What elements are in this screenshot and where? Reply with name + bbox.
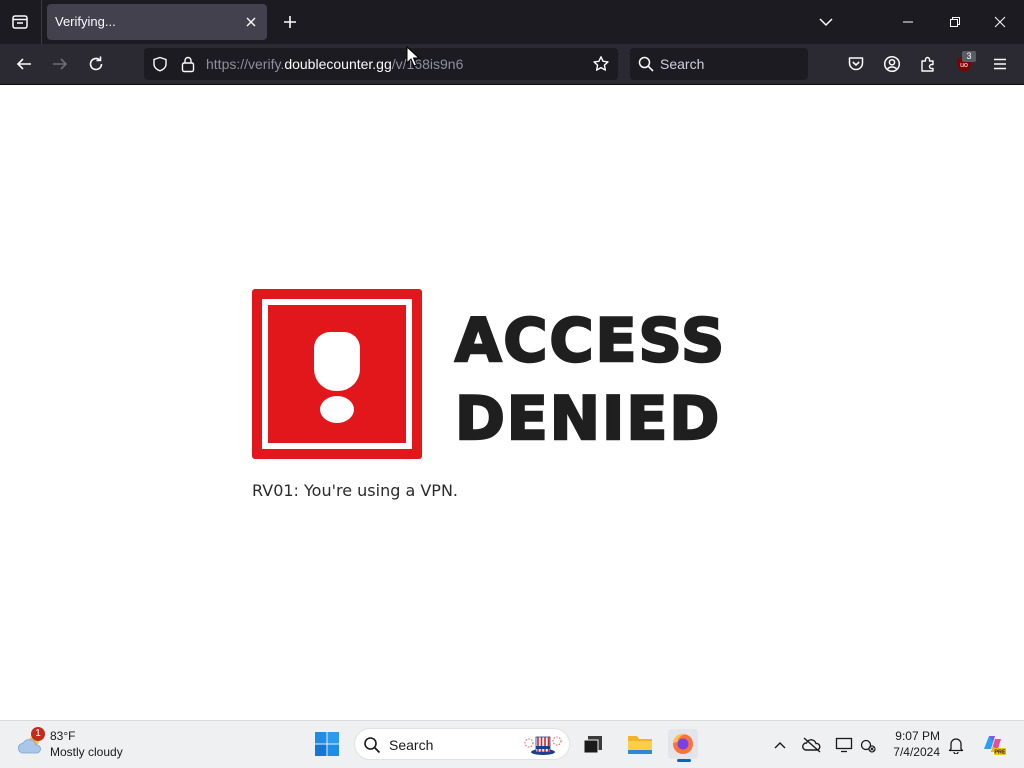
pocket-button[interactable] <box>846 54 866 74</box>
warning-graphic <box>252 289 422 459</box>
folder-icon <box>628 736 652 754</box>
headline-denied: DENIED <box>454 384 722 454</box>
network-disconnected-icon <box>860 739 876 753</box>
svg-text:uo: uo <box>960 62 968 69</box>
tab-separator <box>41 0 42 44</box>
search-icon <box>363 736 381 754</box>
exclamation-icon-dot <box>320 396 354 423</box>
restore-icon <box>950 17 960 27</box>
forward-button[interactable] <box>48 52 72 76</box>
site-info-button[interactable] <box>180 55 196 73</box>
search-bar[interactable]: Search <box>630 48 808 80</box>
bell-icon <box>948 738 964 754</box>
show-hidden-icons-button[interactable] <box>770 735 790 755</box>
search-placeholder: Search <box>660 56 705 72</box>
application-menu-button[interactable] <box>990 54 1010 74</box>
tab-close-button[interactable] <box>241 12 261 32</box>
list-all-tabs-button[interactable] <box>813 10 839 34</box>
weather-widget[interactable]: 1 83°F Mostly cloudy <box>16 727 166 763</box>
search-icon <box>638 56 654 72</box>
reload-button[interactable] <box>84 52 108 76</box>
url-path: /v/168is9n6 <box>391 56 464 72</box>
weather-temperature: 83°F <box>50 729 76 743</box>
weather-alert-badge: 1 <box>31 727 45 741</box>
toolbar-divider <box>0 84 1024 85</box>
running-app-indicator <box>677 759 691 762</box>
extensions-icon <box>921 56 934 72</box>
tracking-protection-button[interactable] <box>152 56 168 72</box>
headline-access: ACCESS <box>454 306 727 376</box>
clock-date[interactable]: 7/4/2024 <box>880 745 940 759</box>
window-restore-button[interactable] <box>937 6 973 38</box>
plus-icon <box>284 16 296 28</box>
display-tray-button[interactable] <box>834 735 854 755</box>
reload-icon <box>89 56 103 71</box>
tab-list-button[interactable] <box>6 8 34 36</box>
forward-arrow-icon <box>53 58 68 70</box>
firefox-icon <box>668 729 698 759</box>
error-message: RV01: You're using a VPN. <box>252 481 458 500</box>
search-highlight-hat-icon <box>519 733 565 757</box>
weather-condition: Mostly cloudy <box>50 745 123 759</box>
minimize-icon <box>903 21 913 23</box>
close-icon <box>994 16 1006 28</box>
hamburger-menu-icon <box>994 58 1006 70</box>
task-view-icon <box>583 736 602 754</box>
copilot-button[interactable]: PRE <box>980 731 1006 757</box>
pocket-icon <box>848 57 864 71</box>
chevron-up-icon <box>774 742 786 749</box>
notifications-button[interactable] <box>946 735 966 755</box>
copilot-icon: PRE <box>984 736 1006 756</box>
task-view-button[interactable] <box>582 733 604 755</box>
close-icon <box>246 17 256 27</box>
ublock-block-count-badge: 3 <box>962 51 976 62</box>
back-arrow-icon <box>16 58 31 70</box>
extensions-button[interactable] <box>918 54 938 74</box>
cloud-offline-icon <box>802 737 821 753</box>
active-tab[interactable]: Verifying... <box>47 4 267 40</box>
mouse-pointer-icon <box>406 46 420 67</box>
url-scheme: https://verify. <box>206 56 285 72</box>
clock-time[interactable]: 9:07 PM <box>880 729 940 743</box>
firefox-taskbar-button[interactable] <box>668 729 698 759</box>
url-host: doublecounter.gg <box>284 56 392 72</box>
start-button[interactable] <box>314 731 340 757</box>
onedrive-tray-button[interactable] <box>802 735 822 755</box>
svg-text:PRE: PRE <box>994 750 1006 756</box>
taskbar-search-placeholder: Search <box>389 737 434 753</box>
back-button[interactable] <box>12 52 36 76</box>
new-tab-button[interactable] <box>278 10 302 34</box>
bookmark-button[interactable] <box>592 55 610 73</box>
lock-icon <box>181 56 195 73</box>
navigation-toolbar: https://verify.doublecounter.gg/v/168is9… <box>0 44 1024 84</box>
exclamation-icon-bar <box>314 332 360 391</box>
address-bar[interactable]: https://verify.doublecounter.gg/v/168is9… <box>144 48 618 80</box>
monitor-icon <box>835 737 853 753</box>
account-button[interactable] <box>882 54 902 74</box>
url-text[interactable]: https://verify.doublecounter.gg/v/168is9… <box>206 56 463 72</box>
bookmark-star-icon <box>593 56 609 71</box>
window-close-button[interactable] <box>982 6 1018 38</box>
window-minimize-button[interactable] <box>890 6 926 38</box>
network-tray-button[interactable] <box>858 735 878 755</box>
file-explorer-button[interactable] <box>626 731 654 757</box>
tab-title: Verifying... <box>55 14 116 29</box>
windows-logo-icon <box>315 732 339 756</box>
tracking-shield-icon <box>153 56 167 72</box>
account-icon <box>883 55 901 73</box>
tab-list-icon <box>12 15 28 29</box>
taskbar-search-box[interactable]: Search <box>354 728 570 760</box>
chevron-down-icon <box>819 18 833 27</box>
